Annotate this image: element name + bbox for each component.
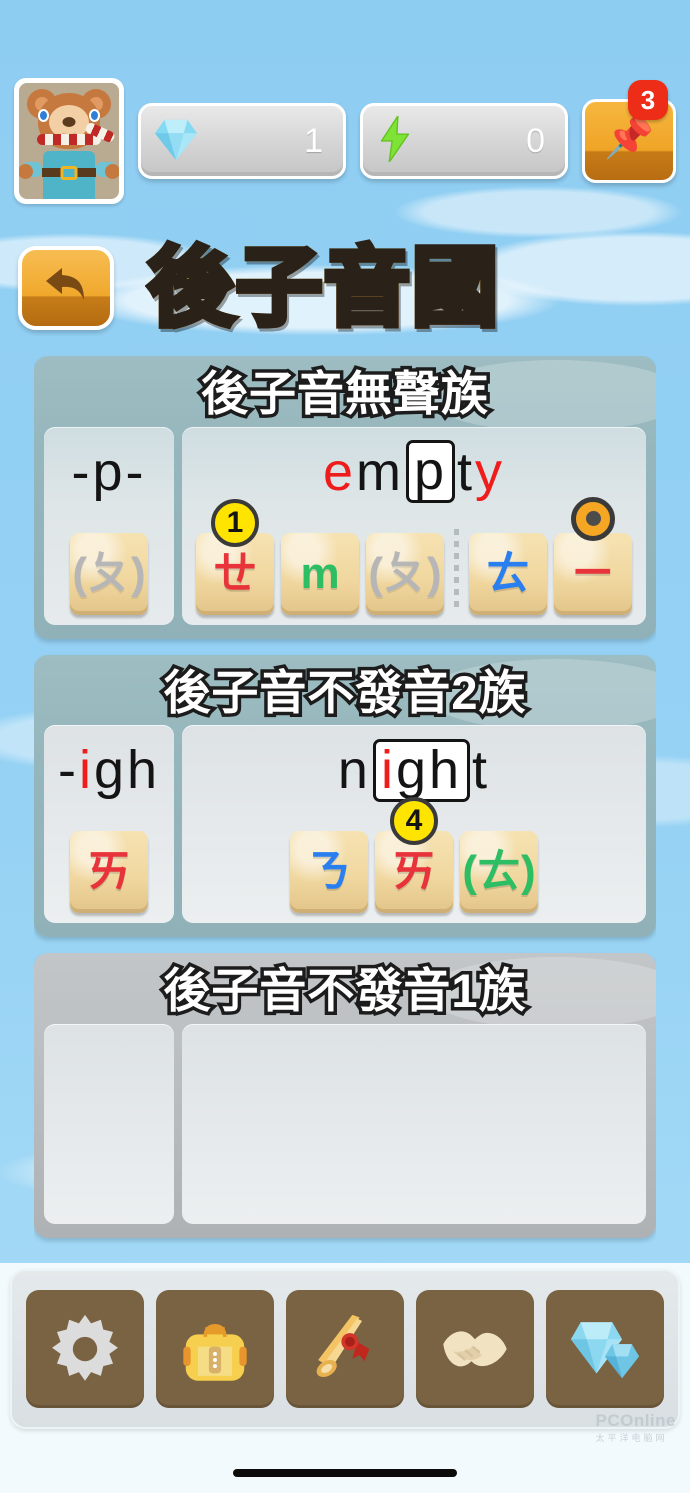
example-word: n i gh t — [188, 733, 640, 807]
tile-slot[interactable]: ㄞ — [70, 831, 148, 914]
tile-row: 1 ㄝ m (ㄆ) ㄊ ㄧ — [188, 496, 640, 615]
top-status-bar: 1 0 📌 3 — [0, 78, 690, 204]
family-title: 後子音無聲族 — [198, 364, 492, 423]
family-title: 後子音不發音2族 — [160, 662, 529, 721]
tile-row: (ㄆ) — [50, 523, 168, 615]
family-card-list[interactable]: 後子音無聲族 -p- (ㄆ) empty 1 ㄝ m (ㄆ) ㄊ ㄧ 後子音不發… — [34, 356, 656, 1262]
letter: - — [125, 441, 147, 502]
tile-slot[interactable]: (ㄆ) — [366, 532, 444, 615]
example-panel[interactable]: n i gh t ㄋ 4 ㄞ (ㄊ) — [182, 725, 646, 924]
family-card[interactable]: 後子音不發音2族 -igh ㄞ n i gh t ㄋ 4 ㄞ (ㄊ) — [34, 654, 656, 938]
settings-button[interactable] — [26, 1290, 144, 1408]
diamonds-icon — [570, 1322, 640, 1379]
pattern-panel[interactable]: -p- (ㄆ) — [44, 426, 174, 625]
tile-row: ㄋ 4 ㄞ (ㄊ) — [188, 797, 640, 914]
pattern-word: -igh — [50, 733, 168, 807]
pushpin-icon: 📌 — [604, 116, 654, 160]
example-panel[interactable] — [182, 1023, 646, 1224]
gem-value: 1 — [304, 121, 323, 160]
backpack-icon — [183, 1324, 247, 1381]
tile-row: ㄞ — [50, 821, 168, 914]
page-title: 後子音國 — [145, 240, 501, 336]
example-panel[interactable]: empty 1 ㄝ m (ㄆ) ㄊ ㄧ — [182, 426, 646, 625]
letter: m — [356, 441, 404, 502]
family-panels: -p- (ㄆ) empty 1 ㄝ m (ㄆ) ㄊ ㄧ — [44, 426, 646, 625]
family-card[interactable]: 後子音不發音1族 — [34, 953, 656, 1238]
pin-badge: 3 — [628, 80, 668, 120]
zhuyin-tile[interactable]: ㄊ — [469, 532, 547, 615]
pattern-panel[interactable]: -igh ㄞ — [44, 725, 174, 924]
energy-value: 0 — [526, 121, 545, 160]
page-header: 後子音國 — [0, 228, 690, 348]
zhuyin-tile[interactable]: (ㄆ) — [366, 532, 444, 615]
family-panels — [44, 1023, 646, 1224]
tile-slot[interactable]: ㄋ — [290, 831, 368, 914]
handshake-icon — [443, 1331, 507, 1367]
tile-separator — [454, 528, 459, 613]
tile-slot[interactable]: (ㄊ) — [460, 831, 538, 914]
tile-slot[interactable]: m — [281, 532, 359, 615]
watermark-text: PCOnline — [595, 1411, 676, 1430]
letter: - — [71, 441, 93, 502]
back-button[interactable] — [18, 246, 114, 330]
tile-slot[interactable]: 1 ㄝ — [196, 498, 274, 615]
watermark-sub: 太平洋电脑网 — [595, 1433, 668, 1443]
friends-button[interactable] — [416, 1290, 534, 1408]
tile-slot[interactable]: (ㄆ) — [70, 532, 148, 615]
lightning-bolt-icon — [375, 114, 415, 167]
example-word: empty — [188, 435, 640, 509]
letter: i — [78, 740, 94, 801]
gear-icon — [52, 1314, 118, 1381]
tile-slot[interactable]: ㄧ — [554, 496, 632, 615]
tone-marker-icon — [571, 496, 615, 541]
zhuyin-tile[interactable]: ㄋ — [290, 831, 368, 914]
pin-button[interactable]: 📌 3 — [582, 80, 676, 183]
tile-slot[interactable]: 4 ㄞ — [375, 797, 453, 914]
letter: g — [93, 740, 127, 801]
letter: t — [472, 740, 491, 801]
zhuyin-tile[interactable]: (ㄊ) — [460, 831, 538, 914]
letter-highlight: p — [405, 440, 456, 503]
letter: - — [57, 740, 79, 801]
achievements-button[interactable] — [286, 1290, 404, 1408]
dock — [10, 1269, 680, 1429]
letter: n — [337, 740, 371, 801]
bear-avatar-icon — [19, 83, 119, 199]
letter: y — [475, 441, 506, 502]
letter: p — [92, 441, 126, 502]
family-title: 後子音不發音1族 — [160, 961, 529, 1020]
letter: h — [126, 740, 161, 801]
inventory-button[interactable] — [156, 1290, 274, 1408]
zhuyin-tile[interactable]: ㄞ — [70, 831, 148, 914]
gem-counter[interactable]: 1 — [138, 103, 346, 179]
bottom-bar: PCOnline 太平洋电脑网 — [0, 1263, 690, 1493]
gem-icon — [153, 116, 199, 167]
back-arrow-icon — [46, 268, 84, 300]
pattern-word: -p- — [50, 435, 168, 509]
home-indicator[interactable] — [233, 1469, 457, 1477]
watermark: PCOnline 太平洋电脑网 — [595, 1411, 676, 1444]
family-panels: -igh ㄞ n i gh t ㄋ 4 ㄞ (ㄊ) — [44, 725, 646, 924]
letter: e — [322, 441, 356, 502]
tile-slot[interactable]: ㄊ — [469, 532, 547, 615]
letter-highlight: i gh — [372, 738, 471, 802]
zhuyin-tile[interactable]: (ㄆ) — [70, 532, 148, 615]
scroll-icon — [316, 1314, 370, 1377]
tile-order-badge: 4 — [390, 797, 438, 846]
avatar[interactable] — [14, 78, 124, 204]
family-card[interactable]: 後子音無聲族 -p- (ㄆ) empty 1 ㄝ m (ㄆ) ㄊ ㄧ — [34, 356, 656, 639]
tile-order-badge: 1 — [211, 498, 259, 547]
pattern-panel[interactable] — [44, 1023, 174, 1224]
letter: t — [457, 441, 476, 502]
zhuyin-tile[interactable]: ㄧ — [554, 532, 632, 615]
shop-button[interactable] — [546, 1290, 664, 1408]
energy-counter[interactable]: 0 — [360, 103, 568, 179]
zhuyin-tile[interactable]: m — [281, 532, 359, 615]
